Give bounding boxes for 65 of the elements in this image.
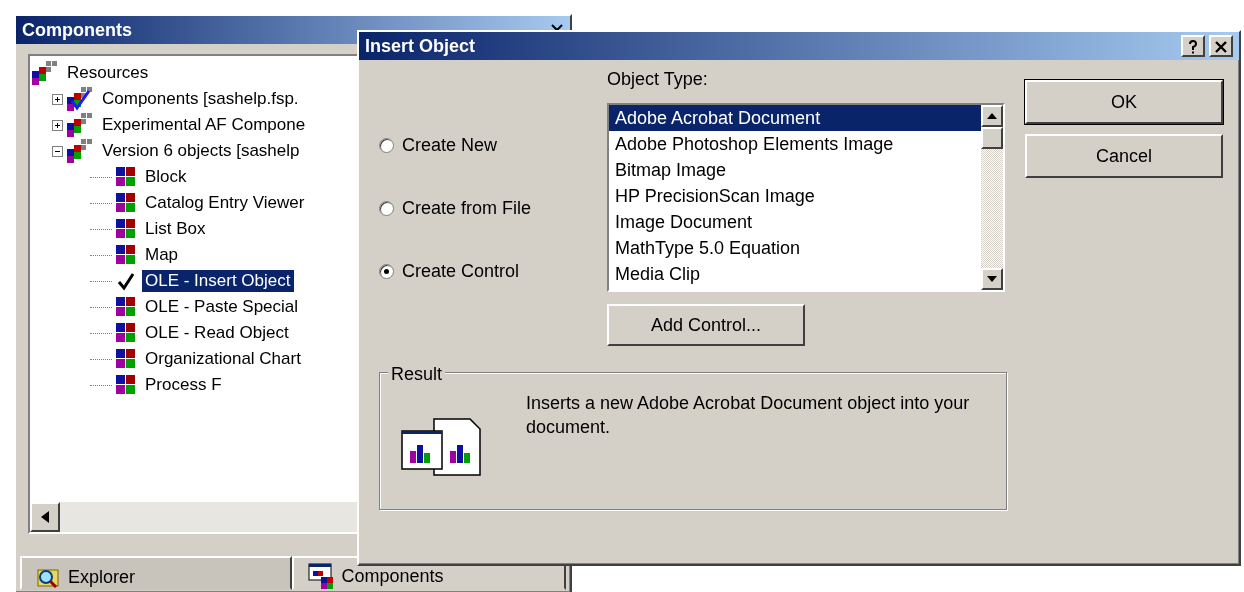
scroll-down-button[interactable] [981, 268, 1003, 290]
block-icon [116, 375, 136, 395]
block-icon [116, 193, 136, 213]
tree-item[interactable]: Block [142, 166, 190, 188]
add-control-button[interactable]: Add Control... [607, 304, 805, 346]
scroll-left-button[interactable] [30, 502, 60, 532]
radio-option[interactable]: Create Control [379, 258, 607, 285]
tree-item[interactable]: Version 6 objects [sashelp [99, 140, 303, 162]
tree-item[interactable]: OLE - Insert Object [142, 270, 294, 292]
list-item[interactable]: Adobe Photoshop Elements Image [609, 131, 981, 157]
grid-icon [32, 61, 58, 85]
grid-icon [67, 113, 93, 137]
close-icon [1215, 40, 1227, 53]
radio-option[interactable]: Create from File [379, 195, 607, 222]
scroll-thumb[interactable] [981, 127, 1003, 149]
tree-item[interactable]: Components [sashelp.fsp. [99, 88, 302, 110]
radio-button[interactable] [379, 138, 394, 153]
tree-item[interactable]: Catalog Entry Viewer [142, 192, 308, 214]
block-icon [116, 349, 136, 369]
field-label: Object Type: [607, 68, 709, 91]
checkmark-icon [116, 271, 136, 291]
block-icon [116, 167, 136, 187]
dialog-title: Insert Object [365, 34, 477, 58]
expand-toggle[interactable] [52, 93, 63, 105]
list-item[interactable]: Media Clip [609, 261, 981, 287]
question-mark-icon [1188, 39, 1198, 54]
list-item[interactable]: MathType 5.0 Equation [609, 235, 981, 261]
help-button[interactable] [1181, 35, 1205, 57]
components-icon [307, 563, 334, 589]
tree-item[interactable]: Map [142, 244, 182, 266]
list-item[interactable]: Adobe Acrobat Document [609, 105, 981, 131]
object-type-list[interactable]: Adobe Acrobat Document Adobe Photoshop Elements Image Bitmap Image HP PrecisionScan Image Image Document MathType 5.0 Equation Media Clip [607, 103, 1005, 292]
tree-item[interactable]: Resources [64, 62, 152, 84]
up-arrow-icon [987, 113, 997, 119]
scroll-up-button[interactable] [981, 105, 1003, 127]
tree-item[interactable]: Process F [142, 374, 225, 396]
tree-item[interactable]: Organizational Chart [142, 348, 304, 370]
list-item[interactable]: Image Document [609, 209, 981, 235]
tree-item[interactable]: OLE - Read Object [142, 322, 292, 344]
radio-button[interactable] [379, 264, 394, 279]
result-description: Inserts a new Adobe Acrobat Document object into your document. [526, 392, 971, 439]
list-item[interactable]: Bitmap Image [609, 157, 981, 183]
window-title: Components [22, 18, 133, 42]
block-icon [116, 219, 136, 239]
down-arrow-icon [987, 276, 997, 282]
tab[interactable]: Explorer [20, 556, 292, 590]
magnifier-icon [36, 566, 60, 588]
tree-item[interactable]: Experimental AF Compone [99, 114, 309, 136]
checked-grid-icon [67, 87, 93, 111]
vertical-scrollbar[interactable] [981, 105, 1003, 290]
grid-icon [67, 139, 93, 163]
expand-toggle[interactable] [52, 119, 63, 131]
ok-button[interactable]: OK [1025, 80, 1223, 124]
close-button[interactable] [1209, 35, 1233, 57]
block-icon [116, 245, 136, 265]
tree-item[interactable]: List Box [142, 218, 209, 240]
left-arrow-icon [41, 511, 49, 523]
expand-toggle[interactable] [52, 145, 63, 157]
list-item[interactable]: HP PrecisionScan Image [609, 183, 981, 209]
block-icon [116, 323, 136, 343]
block-icon [116, 297, 136, 317]
tree-item[interactable]: OLE - Paste Special [142, 296, 302, 318]
radio-option[interactable]: Create New [379, 132, 607, 159]
cancel-button[interactable]: Cancel [1025, 134, 1223, 178]
radio-button[interactable] [379, 201, 394, 216]
